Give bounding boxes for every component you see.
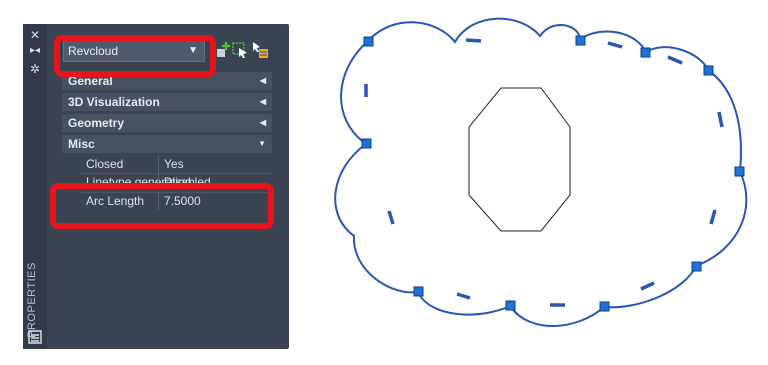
revision-cloud[interactable] xyxy=(334,17,748,327)
octagon-shape[interactable] xyxy=(468,87,571,232)
drawing-canvas[interactable] xyxy=(0,0,768,365)
